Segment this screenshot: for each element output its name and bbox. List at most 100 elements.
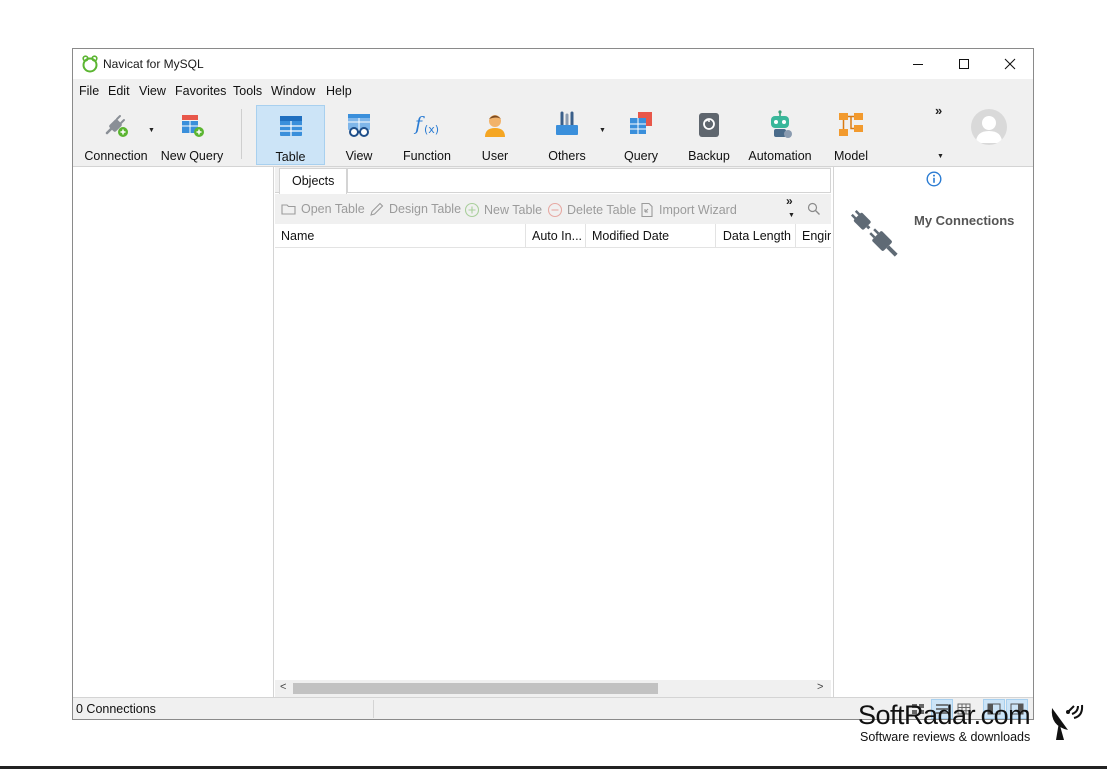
- close-icon: [1004, 58, 1016, 70]
- column-header-name[interactable]: Name: [275, 224, 526, 248]
- svg-text:(x): (x): [424, 123, 439, 136]
- view-button[interactable]: View: [329, 105, 389, 165]
- connections-tree-pane[interactable]: [73, 167, 274, 697]
- open-table-button[interactable]: Open Table: [281, 202, 365, 216]
- information-pane: My Connections: [833, 167, 1033, 697]
- user-button[interactable]: User: [465, 105, 525, 165]
- toolbar-overflow-icon[interactable]: »: [935, 103, 942, 118]
- column-header-data-length[interactable]: Data Length: [716, 224, 796, 248]
- connection-button[interactable]: Connection: [81, 105, 151, 165]
- object-toolbar: Open Table Design Table New Table Delete…: [275, 194, 831, 224]
- column-header-auto-increment[interactable]: Auto In...: [526, 224, 586, 248]
- menu-edit[interactable]: Edit: [108, 84, 130, 98]
- scroll-right-icon[interactable]: >: [817, 681, 823, 693]
- scrollbar-thumb[interactable]: [293, 683, 658, 694]
- design-table-button[interactable]: Design Table: [369, 202, 461, 216]
- info-icon[interactable]: [926, 171, 942, 187]
- tab-objects[interactable]: Objects: [279, 168, 347, 194]
- connection-plug-icon: [105, 115, 128, 137]
- connections-count: 0 Connections: [76, 702, 156, 716]
- search-icon[interactable]: [807, 202, 821, 216]
- minimize-button[interactable]: [895, 49, 941, 79]
- table-label: Table: [275, 150, 306, 164]
- column-header-modified-date[interactable]: Modified Date: [586, 224, 716, 248]
- menu-file[interactable]: File: [79, 84, 99, 98]
- object-toolbar-overflow-icon[interactable]: »: [786, 194, 793, 208]
- tab-strip: Objects: [275, 167, 831, 194]
- automation-label: Automation: [748, 149, 812, 163]
- others-tools-icon: [556, 111, 578, 135]
- menu-view[interactable]: View: [139, 84, 166, 98]
- view-icon: [348, 114, 370, 137]
- user-icon: [485, 115, 505, 137]
- model-button[interactable]: Model: [821, 105, 881, 165]
- main-toolbar: Connection ▼ New Query Table View f (x) …: [73, 103, 1033, 167]
- minimize-icon: [913, 64, 923, 65]
- tab-objects-label: Objects: [292, 174, 335, 188]
- maximize-icon: [959, 59, 969, 69]
- close-button[interactable]: [987, 49, 1033, 79]
- menu-favorites[interactable]: Favorites: [175, 84, 226, 98]
- open-folder-icon: [281, 204, 296, 215]
- function-button[interactable]: f (x) Function: [397, 105, 457, 165]
- others-label: Others: [548, 149, 586, 163]
- satellite-dish-icon: [1051, 704, 1084, 740]
- others-button[interactable]: Others: [535, 105, 599, 165]
- backup-label: Backup: [688, 149, 730, 163]
- function-icon: f (x): [413, 113, 439, 136]
- backup-button[interactable]: Backup: [679, 105, 739, 165]
- menu-window[interactable]: Window: [271, 84, 315, 98]
- my-connections-heading: My Connections: [914, 213, 1015, 228]
- query-button[interactable]: Query: [611, 105, 671, 165]
- automation-button[interactable]: Automation: [743, 105, 817, 165]
- toolbar-customize-dropdown-icon[interactable]: ▼: [937, 153, 944, 160]
- column-header-engine[interactable]: Engin: [796, 224, 831, 248]
- import-wizard-button[interactable]: Import Wizard: [639, 202, 737, 218]
- new-query-label: New Query: [160, 149, 224, 163]
- menu-help[interactable]: Help: [326, 84, 352, 98]
- new-query-icon: [182, 115, 204, 137]
- open-table-label: Open Table: [301, 202, 365, 216]
- backup-icon: [699, 113, 719, 137]
- title-bar: Navicat for MySQL: [73, 49, 1033, 79]
- query-icon: [630, 112, 652, 134]
- add-circle-icon: [464, 202, 480, 218]
- view-label: View: [345, 149, 373, 163]
- query-label: Query: [623, 149, 659, 163]
- user-label: User: [481, 149, 509, 163]
- watermark-title: SoftRadar.com: [858, 700, 1031, 730]
- maximize-button[interactable]: [941, 49, 987, 79]
- softradar-watermark: SoftRadar.com Software reviews & downloa…: [858, 700, 1090, 750]
- model-label: Model: [833, 149, 869, 163]
- table-button[interactable]: Table: [256, 105, 325, 165]
- import-icon: [641, 202, 653, 218]
- app-window: Navicat for MySQL File Edit View Favorit…: [72, 48, 1034, 720]
- navicat-logo-icon: [82, 55, 98, 73]
- objects-grid-header: Name Auto In... Modified Date Data Lengt…: [275, 224, 831, 248]
- new-table-label: New Table: [484, 203, 543, 217]
- new-query-button[interactable]: New Query: [157, 105, 227, 165]
- import-wizard-label: Import Wizard: [659, 203, 737, 217]
- tab-area-blank: [347, 168, 831, 192]
- table-icon: [279, 116, 302, 136]
- menu-tools[interactable]: Tools: [233, 84, 262, 98]
- menu-bar: File Edit View Favorites Tools Window He…: [73, 79, 1033, 103]
- others-dropdown-icon[interactable]: ▼: [599, 127, 606, 134]
- new-table-button[interactable]: New Table: [464, 202, 542, 218]
- object-toolbar-dropdown-icon[interactable]: ▼: [788, 212, 795, 219]
- function-label: Function: [403, 149, 451, 163]
- connection-label: Connection: [84, 149, 148, 163]
- objects-pane: Objects Open Table Design Table New Tabl…: [275, 167, 831, 697]
- plug-connection-icon: [850, 209, 898, 257]
- horizontal-scrollbar[interactable]: < >: [275, 680, 831, 697]
- user-avatar[interactable]: [971, 109, 1007, 145]
- connection-dropdown-icon[interactable]: ▼: [148, 127, 155, 134]
- design-table-label: Design Table: [389, 202, 462, 216]
- scroll-left-icon[interactable]: <: [280, 681, 286, 693]
- delete-table-label: Delete Table: [567, 203, 637, 217]
- remove-circle-icon: [547, 202, 563, 218]
- avatar-person-icon: [976, 116, 1002, 143]
- watermark-subtitle: Software reviews & downloads: [860, 730, 1031, 744]
- delete-table-button[interactable]: Delete Table: [547, 202, 636, 218]
- automation-robot-icon: [771, 110, 792, 138]
